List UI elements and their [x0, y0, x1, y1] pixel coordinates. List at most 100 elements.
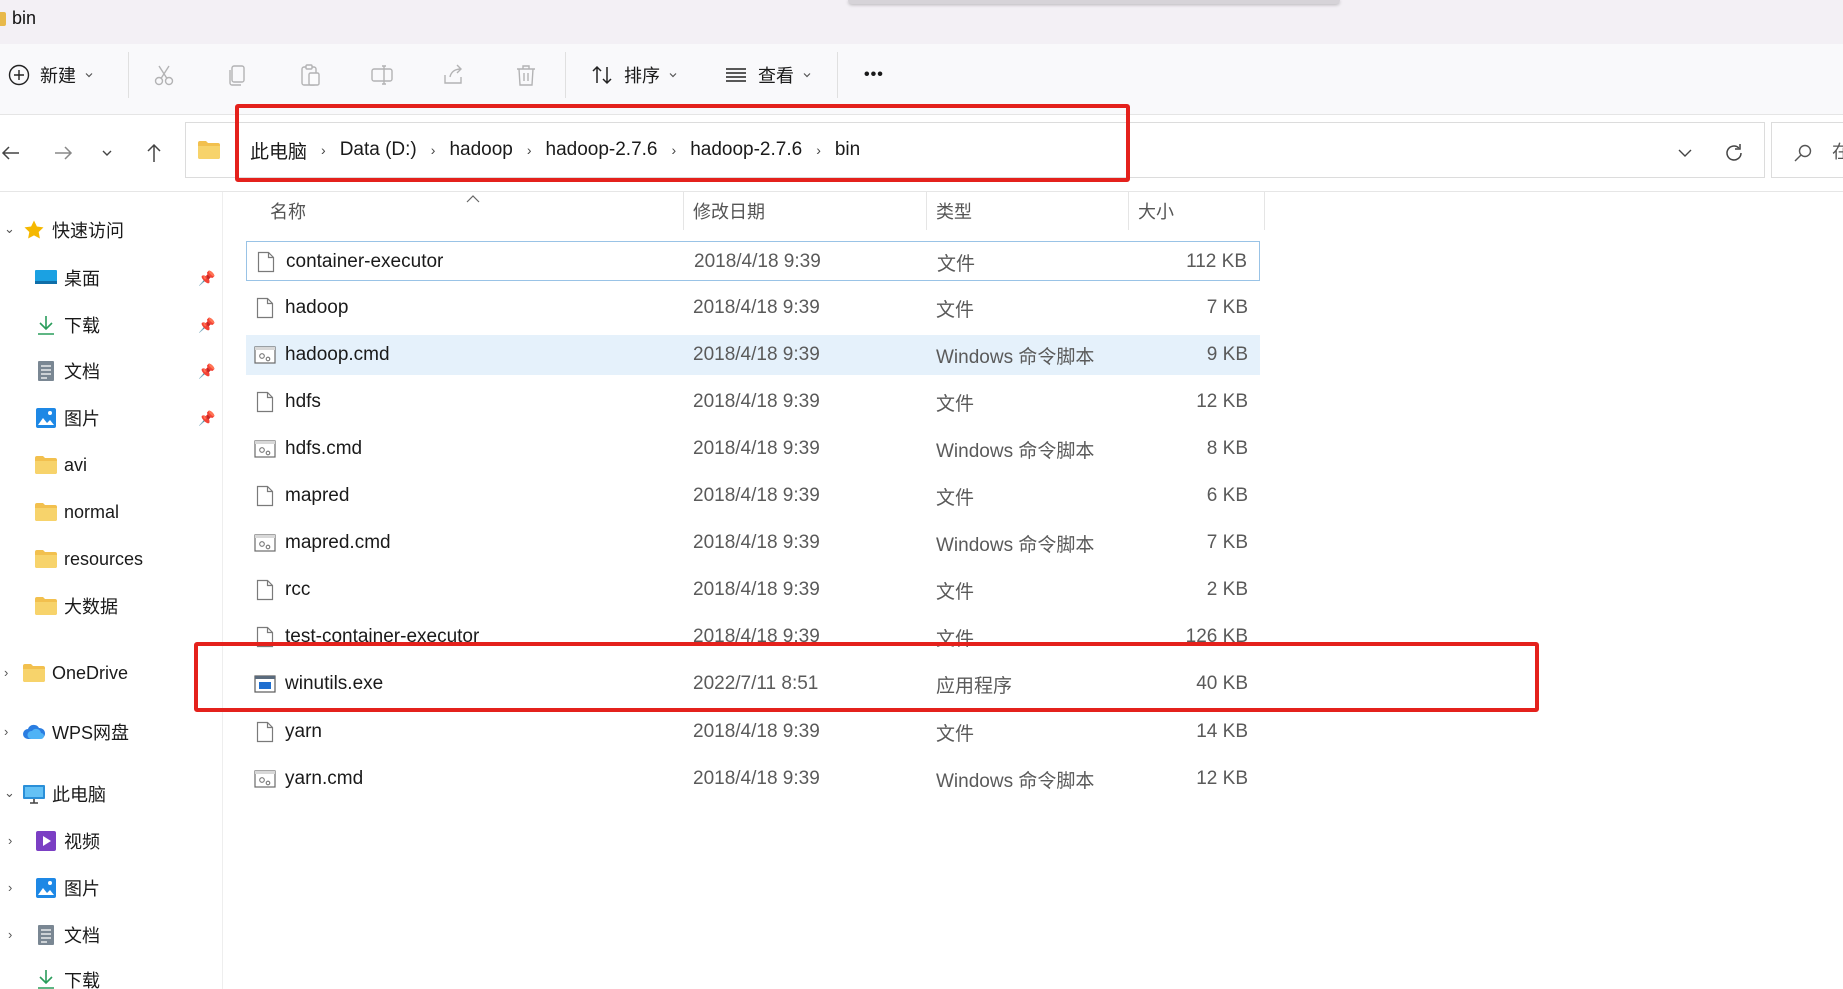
file-size: 112 KB [1186, 251, 1247, 272]
sidebar-item-downloads[interactable]: 下载 [34, 310, 100, 340]
cut-button[interactable] [152, 58, 176, 92]
file-name: mapred [285, 485, 350, 506]
rename-button[interactable] [370, 58, 394, 92]
new-button[interactable]: 新建 [8, 58, 94, 92]
copy-button[interactable] [226, 58, 250, 92]
recent-locations-button[interactable] [92, 138, 122, 168]
file-row[interactable]: hdfs 2018/4/18 9:39 文件 12 KB [246, 382, 1260, 422]
address-history-dropdown[interactable] [1670, 138, 1700, 168]
refresh-button[interactable] [1719, 138, 1749, 168]
chevron-right-icon[interactable]: › [8, 927, 12, 942]
pin-icon[interactable]: 📌 [198, 410, 215, 427]
up-button[interactable] [139, 138, 169, 168]
video-icon [34, 829, 58, 853]
sidebar-label: WPS网盘 [52, 723, 130, 743]
sidebar-item-desktop[interactable]: 桌面 [34, 263, 100, 293]
desktop-icon [34, 266, 58, 290]
file-icon [254, 720, 276, 744]
rename-icon [371, 65, 393, 85]
column-header-name[interactable]: 名称 [270, 196, 306, 226]
file-date: 2018/4/18 9:39 [693, 768, 820, 789]
chevron-right-icon[interactable]: › [4, 665, 8, 680]
download-icon [34, 967, 58, 989]
file-size: 12 KB [1196, 768, 1248, 789]
file-name-cell: hadoop [254, 288, 348, 328]
forward-button[interactable] [48, 138, 78, 168]
document-icon [34, 923, 58, 947]
more-options-button[interactable]: ••• [864, 58, 884, 92]
file-size: 7 KB [1206, 297, 1248, 318]
share-button[interactable] [441, 58, 465, 92]
delete-button[interactable] [514, 58, 538, 92]
chevron-right-icon[interactable]: › [8, 833, 12, 848]
sidebar-item-folder-bigdata[interactable]: 大数据 [34, 591, 118, 621]
file-type: 文件 [936, 581, 975, 603]
file-icon [255, 250, 277, 274]
sidebar-label: OneDrive [52, 662, 129, 683]
sidebar-item-folder-normal[interactable]: normal [34, 497, 119, 527]
column-divider[interactable] [926, 192, 927, 230]
file-date: 2018/4/18 9:39 [693, 532, 820, 553]
column-divider[interactable] [1264, 192, 1265, 230]
paste-button[interactable] [298, 58, 322, 92]
file-row[interactable]: yarn 2018/4/18 9:39 文件 14 KB [246, 712, 1260, 752]
folder-icon [34, 594, 58, 618]
sort-arrows-icon [592, 65, 612, 85]
cmd-script-icon [254, 531, 276, 555]
file-name-cell: yarn [254, 712, 322, 752]
chevron-right-icon[interactable]: › [8, 880, 12, 895]
pin-icon[interactable]: 📌 [198, 270, 215, 287]
chevron-down-icon[interactable]: ⌄ [4, 221, 15, 237]
view-button[interactable]: 查看 [724, 58, 812, 92]
chevron-right-icon[interactable]: › [4, 724, 8, 739]
sidebar-quick-access[interactable]: 快速访问 [22, 215, 124, 245]
file-row[interactable]: hadoop.cmd 2018/4/18 9:39 Windows 命令脚本 9 KB [246, 335, 1260, 375]
sidebar-label: 桌面 [64, 269, 100, 289]
sidebar-item-pc-downloads[interactable]: 下载 [34, 967, 100, 989]
column-header-size[interactable]: 大小 [1138, 196, 1174, 226]
file-date: 2018/4/18 9:39 [693, 579, 820, 600]
pin-icon[interactable]: 📌 [198, 363, 215, 380]
column-divider[interactable] [683, 192, 684, 230]
column-header-type[interactable]: 类型 [936, 196, 972, 226]
arrow-left-icon [1, 146, 19, 160]
sidebar-item-folder-resources[interactable]: resources [34, 544, 143, 574]
file-row[interactable]: yarn.cmd 2018/4/18 9:39 Windows 命令脚本 12 KB [246, 759, 1260, 799]
back-button[interactable] [0, 138, 26, 168]
file-row[interactable]: container-executor 2018/4/18 9:39 文件 112 KB [246, 241, 1260, 281]
sidebar-wps-cloud[interactable]: WPS网盘 [22, 717, 129, 747]
column-header-date[interactable]: 修改日期 [693, 196, 765, 226]
sort-button[interactable]: 排序 [590, 58, 678, 92]
more-icon: ••• [864, 66, 884, 83]
file-row[interactable]: hadoop 2018/4/18 9:39 文件 7 KB [246, 288, 1260, 328]
sidebar-item-pc-pictures[interactable]: 图片 [34, 873, 100, 903]
file-row[interactable]: hdfs.cmd 2018/4/18 9:39 Windows 命令脚本 8 KB [246, 429, 1260, 469]
file-name-cell: rcc [254, 570, 310, 610]
sidebar-item-documents[interactable]: 文档 [34, 356, 100, 386]
file-type: Windows 命令脚本 [936, 346, 1095, 368]
sidebar-label: normal [64, 501, 120, 522]
cmd-script-icon [254, 437, 276, 461]
chevron-down-icon[interactable]: ⌄ [4, 785, 15, 801]
sidebar-onedrive[interactable]: OneDrive [22, 658, 128, 688]
file-size: 2 KB [1206, 579, 1248, 600]
file-name-cell: hadoop.cmd [254, 335, 390, 375]
sidebar-item-videos[interactable]: 视频 [34, 826, 100, 856]
sidebar-label: 大数据 [64, 597, 118, 617]
sidebar-item-pictures[interactable]: 图片 [34, 403, 100, 433]
file-row[interactable]: rcc 2018/4/18 9:39 文件 2 KB [246, 570, 1260, 610]
sidebar-item-folder-avi[interactable]: avi [34, 450, 87, 480]
arrow-right-icon [55, 146, 73, 160]
sort-ascending-icon [466, 190, 480, 208]
sidebar-label: avi [64, 454, 88, 475]
file-row[interactable]: mapred 2018/4/18 9:39 文件 6 KB [246, 476, 1260, 516]
file-type: 文件 [936, 487, 975, 509]
file-row[interactable]: mapred.cmd 2018/4/18 9:39 Windows 命令脚本 7 KB [246, 523, 1260, 563]
toolbar-divider [565, 52, 566, 98]
pin-icon[interactable]: 📌 [198, 317, 215, 334]
sidebar-this-pc[interactable]: 此电脑 [22, 779, 106, 809]
view-button-label: 查看 [758, 66, 794, 86]
column-header-label: 大小 [1138, 202, 1174, 222]
column-divider[interactable] [1128, 192, 1129, 230]
sidebar-item-pc-documents[interactable]: 文档 [34, 920, 100, 950]
